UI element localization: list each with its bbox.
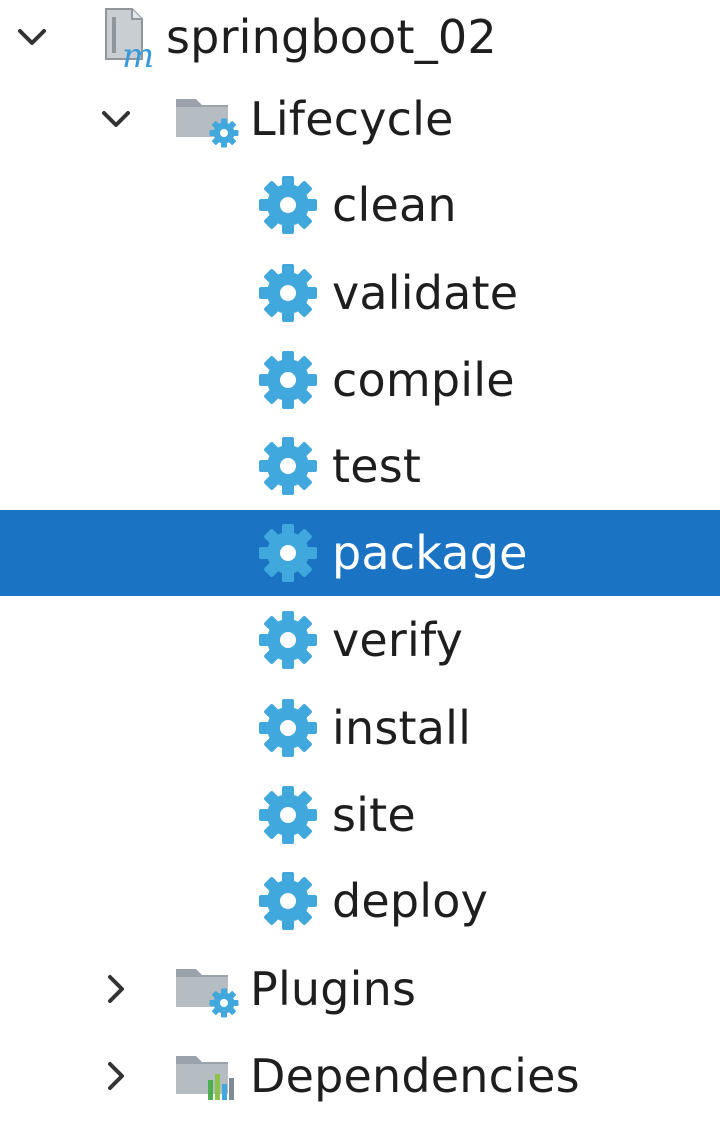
chevron-down-icon[interactable] <box>12 17 52 57</box>
maven-lifecycle-tree: m springboot_02 Lifecycle clean validate <box>0 0 720 1128</box>
tree-row-lifecycle[interactable]: Lifecycle <box>0 76 720 162</box>
goal-label: site <box>332 788 416 842</box>
gear-icon <box>256 521 320 585</box>
tree-row-goal[interactable]: deploy <box>0 858 720 944</box>
gear-icon <box>256 348 320 412</box>
tree-row-goal[interactable]: clean <box>0 162 720 248</box>
gear-icon <box>256 173 320 237</box>
gear-icon <box>256 261 320 325</box>
tree-row-goal[interactable]: site <box>0 772 720 858</box>
dependencies-label: Dependencies <box>250 1049 580 1103</box>
tree-row-goal-selected[interactable]: package <box>0 510 720 596</box>
svg-text:m: m <box>122 36 154 69</box>
tree-row-dependencies[interactable]: Dependencies <box>0 1033 720 1119</box>
goal-label: compile <box>332 353 515 407</box>
goal-label: package <box>332 526 528 580</box>
plugins-label: Plugins <box>250 962 417 1016</box>
goal-label: deploy <box>332 874 489 928</box>
gear-icon <box>256 434 320 498</box>
goal-label: install <box>332 701 472 755</box>
tree-row-plugins[interactable]: Plugins <box>0 946 720 1032</box>
goal-label: test <box>332 439 422 493</box>
gear-icon <box>256 696 320 760</box>
project-label: springboot_02 <box>166 10 497 64</box>
folder-gear-icon <box>172 959 242 1019</box>
tree-row-goal[interactable]: validate <box>0 250 720 336</box>
gear-icon <box>256 869 320 933</box>
folder-chart-icon <box>172 1046 242 1106</box>
goal-label: verify <box>332 613 464 667</box>
tree-row-goal[interactable]: install <box>0 685 720 771</box>
goal-label: clean <box>332 178 457 232</box>
gear-icon <box>256 783 320 847</box>
goal-label: validate <box>332 266 519 320</box>
lifecycle-label: Lifecycle <box>250 92 454 146</box>
chevron-right-icon[interactable] <box>96 1056 136 1096</box>
folder-gear-icon <box>172 89 242 149</box>
chevron-down-icon[interactable] <box>96 99 136 139</box>
gear-icon <box>256 608 320 672</box>
tree-row-goal[interactable]: compile <box>0 337 720 423</box>
tree-row-goal[interactable]: verify <box>0 597 720 683</box>
maven-project-icon: m <box>100 5 160 69</box>
chevron-right-icon[interactable] <box>96 969 136 1009</box>
tree-row-goal[interactable]: test <box>0 423 720 509</box>
tree-row-project[interactable]: m springboot_02 <box>0 0 720 80</box>
